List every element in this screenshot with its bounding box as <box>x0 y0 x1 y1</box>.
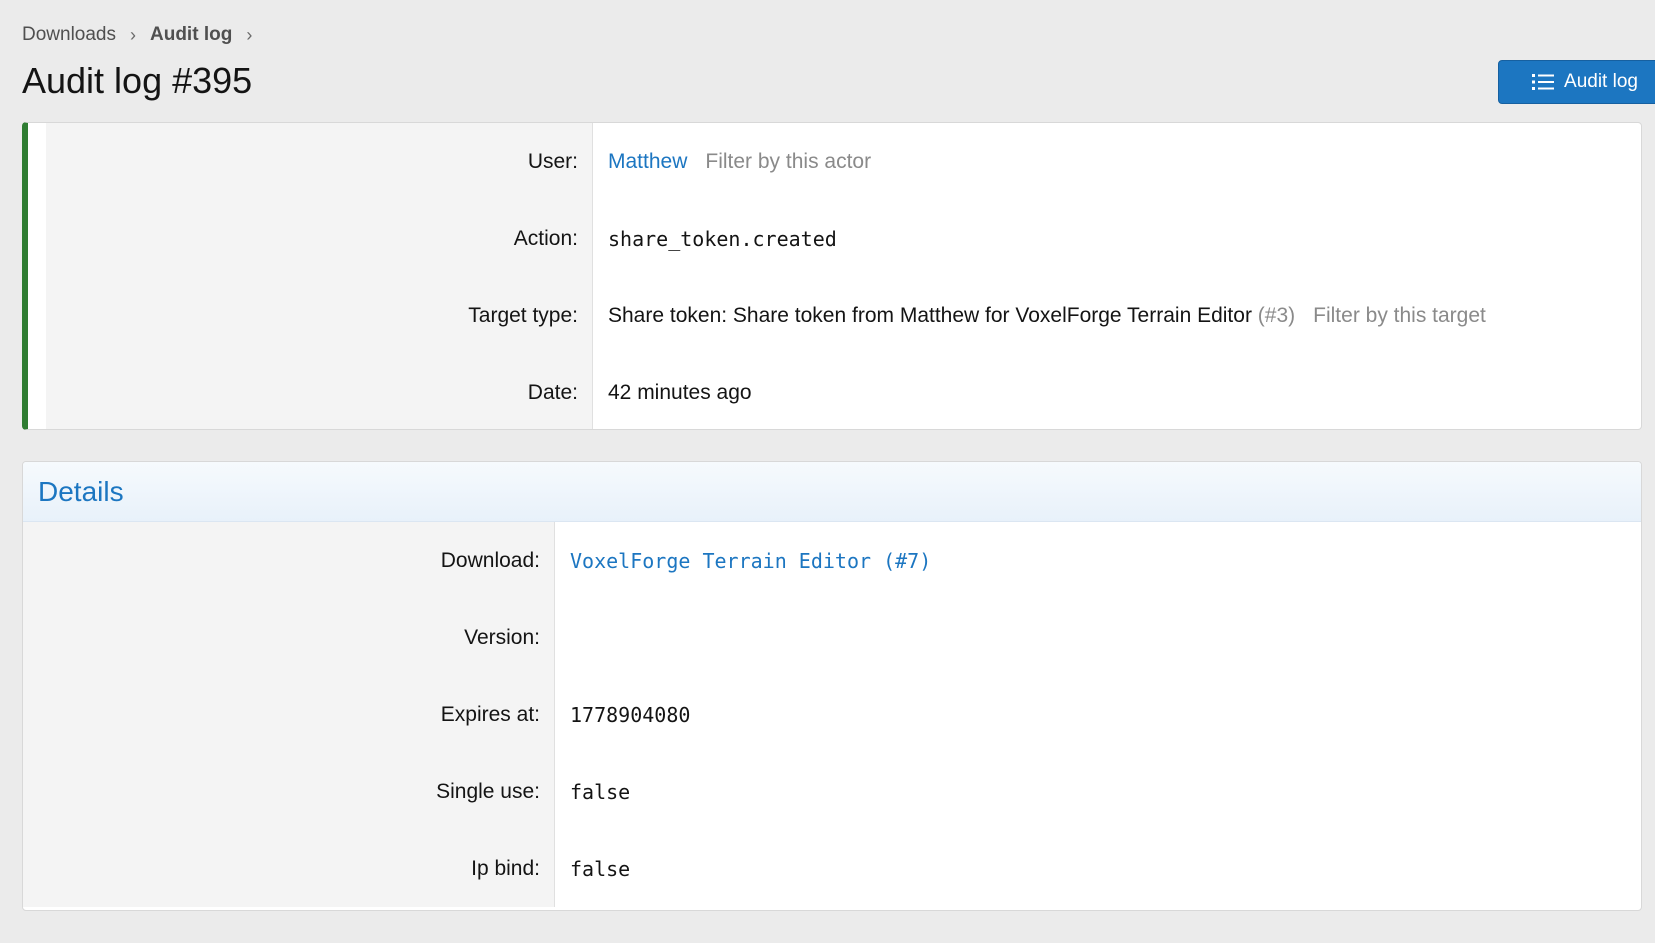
expires-label: Expires at: <box>23 676 555 753</box>
audit-log-button[interactable]: Audit log <box>1498 60 1655 104</box>
user-label: User: <box>46 123 593 200</box>
user-value-cell: Matthew Filter by this actor <box>593 150 871 174</box>
ip-bind-value: false <box>570 856 631 881</box>
action-value: share_token.created <box>608 226 837 251</box>
list-icon <box>1532 74 1555 90</box>
details-panel: Details Download: VoxelForge Terrain Edi… <box>22 461 1642 911</box>
expires-value-cell: 1778904080 <box>555 703 690 727</box>
breadcrumb: Downloads › Audit log › <box>22 22 266 48</box>
target-id: (#3) <box>1257 303 1296 327</box>
date-row: Date: 42 minutes ago <box>28 354 1641 429</box>
target-value: Share token: Share token from Matthew fo… <box>608 303 1252 327</box>
chevron-right-icon: › <box>246 24 253 45</box>
chevron-right-icon: › <box>130 24 136 45</box>
target-label: Target type: <box>46 277 593 354</box>
download-row: Download: VoxelForge Terrain Editor (#7) <box>23 522 1641 599</box>
summary-panel: User: Matthew Filter by this actor Actio… <box>22 122 1642 430</box>
download-label: Download: <box>23 522 555 599</box>
date-label: Date: <box>46 354 593 429</box>
filter-by-actor-link[interactable]: Filter by this actor <box>705 150 871 174</box>
action-row: Action: share_token.created <box>28 200 1641 277</box>
expires-value: 1778904080 <box>570 702 691 727</box>
details-title: Details <box>23 462 1641 522</box>
breadcrumb-audit-log[interactable]: Audit log <box>150 24 232 46</box>
single-use-label: Single use: <box>23 753 555 830</box>
target-row: Target type: Share token: Share token fr… <box>28 277 1641 354</box>
download-link[interactable]: VoxelForge Terrain Editor (#7) <box>570 549 931 573</box>
user-row: User: Matthew Filter by this actor <box>28 123 1641 200</box>
audit-log-button-label: Audit log <box>1564 71 1638 92</box>
date-value-cell: 42 minutes ago <box>593 381 752 405</box>
date-value: 42 minutes ago <box>608 380 752 404</box>
action-label: Action: <box>46 200 593 277</box>
single-use-value: false <box>570 779 631 804</box>
filter-by-target-link[interactable]: Filter by this target <box>1313 304 1486 328</box>
action-value-cell: share_token.created <box>593 227 837 251</box>
user-link[interactable]: Matthew <box>608 150 687 174</box>
breadcrumb-downloads[interactable]: Downloads <box>22 24 116 46</box>
single-use-row: Single use: false <box>23 753 1641 830</box>
details-body: Download: VoxelForge Terrain Editor (#7)… <box>23 522 1641 910</box>
target-value-cell: Share token: Share token from Matthew fo… <box>593 304 1486 328</box>
version-label: Version: <box>23 599 555 676</box>
ip-bind-value-cell: false <box>555 857 630 881</box>
ip-bind-label: Ip bind: <box>23 830 555 907</box>
page-title: Audit log #395 <box>22 60 253 101</box>
version-row: Version: <box>23 599 1641 676</box>
single-use-value-cell: false <box>555 780 630 804</box>
download-value-cell: VoxelForge Terrain Editor (#7) <box>555 549 931 573</box>
ip-bind-row: Ip bind: false <box>23 830 1641 907</box>
expires-row: Expires at: 1778904080 <box>23 676 1641 753</box>
